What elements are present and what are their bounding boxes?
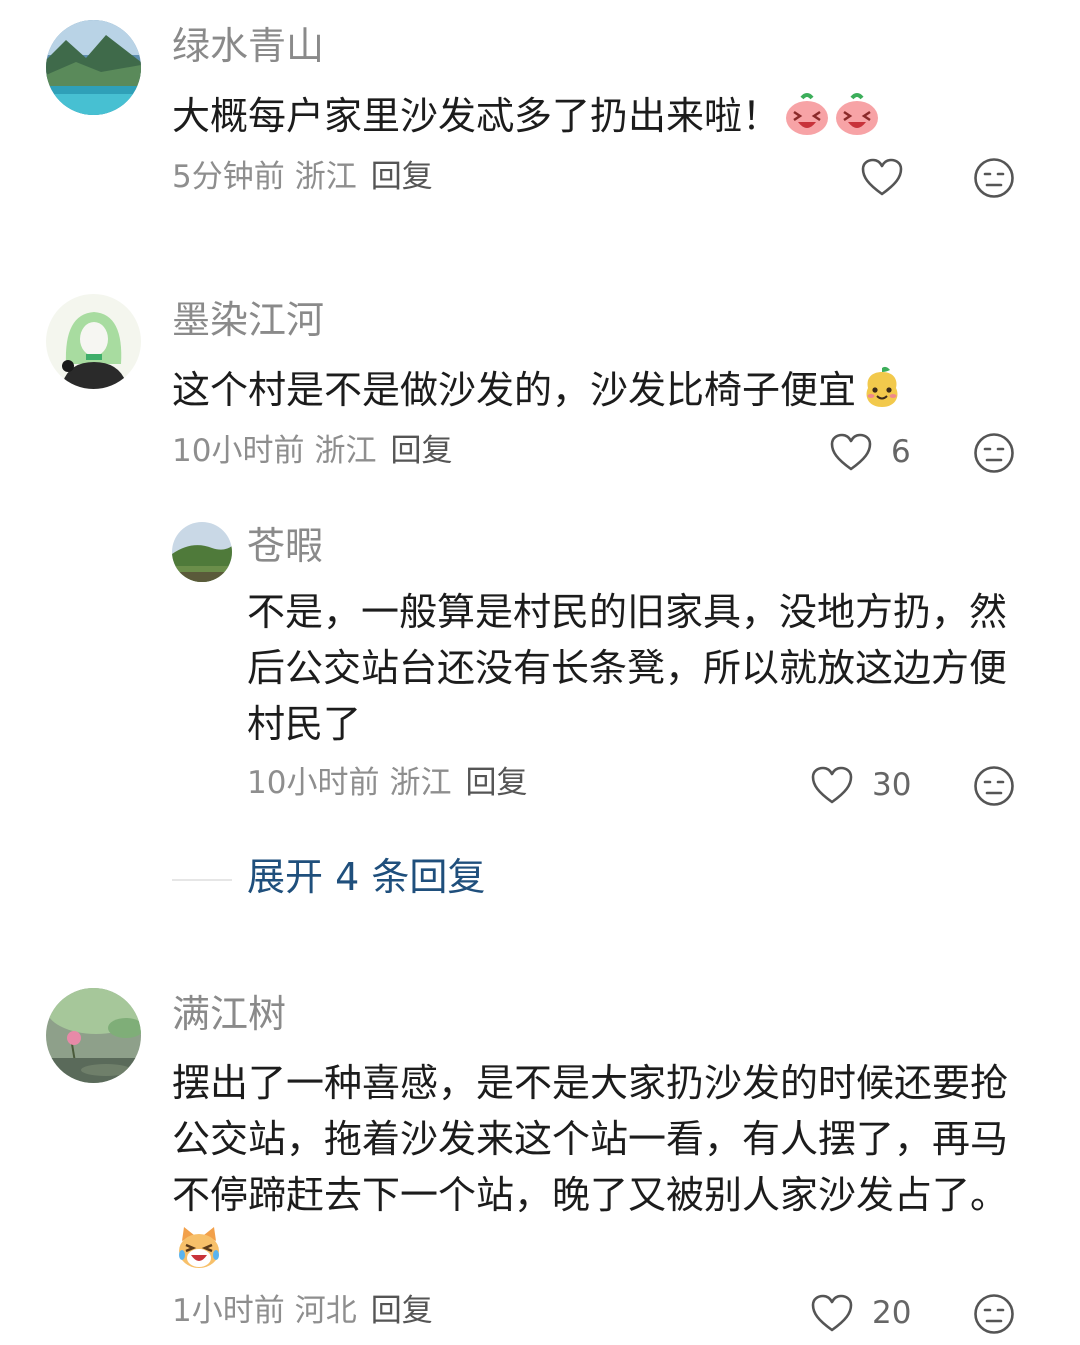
avatar[interactable] bbox=[172, 522, 232, 582]
like-count: 30 bbox=[872, 767, 912, 803]
like-count: 6 bbox=[891, 434, 911, 470]
location: 浙江 bbox=[294, 159, 357, 195]
laughing-cat-icon bbox=[176, 1225, 222, 1286]
comment-meta: 10小时前 浙江 回复 bbox=[172, 436, 452, 467]
comment-text: 大概每户家里沙发忒多了扔出来啦！ bbox=[172, 88, 1012, 151]
reply-button[interactable]: 回复 bbox=[465, 765, 527, 801]
reply-button[interactable]: 回复 bbox=[371, 1293, 433, 1329]
avatar[interactable] bbox=[46, 988, 141, 1083]
location: 河北 bbox=[294, 1293, 357, 1329]
smiling-pear-icon bbox=[860, 366, 904, 425]
username[interactable]: 满江树 bbox=[172, 995, 286, 1033]
like-button[interactable]: 20 bbox=[810, 1293, 911, 1333]
location: 浙江 bbox=[389, 765, 452, 801]
location: 浙江 bbox=[314, 433, 377, 469]
timestamp: 1小时前 bbox=[172, 1293, 285, 1329]
laughing-peach-icon bbox=[784, 92, 830, 151]
reply-button[interactable]: 回复 bbox=[371, 159, 433, 195]
username[interactable]: 绿水青山 bbox=[172, 27, 324, 65]
avatar[interactable] bbox=[46, 294, 141, 389]
comment-meta: 10小时前 浙江 回复 bbox=[247, 768, 527, 799]
dislike-button[interactable] bbox=[973, 765, 1015, 811]
like-button[interactable] bbox=[860, 157, 922, 197]
laughing-peach-icon bbox=[834, 92, 880, 151]
dislike-button[interactable] bbox=[973, 157, 1015, 203]
neutral-face-icon bbox=[974, 766, 1014, 806]
like-count: 20 bbox=[872, 1295, 912, 1331]
username[interactable]: 苍暇 bbox=[247, 527, 323, 565]
expand-replies-button[interactable]: 展开 4 条回复 bbox=[247, 858, 485, 896]
like-button[interactable]: 30 bbox=[810, 765, 911, 805]
like-button[interactable]: 6 bbox=[829, 432, 911, 472]
avatar[interactable] bbox=[46, 20, 141, 115]
dislike-button[interactable] bbox=[973, 432, 1015, 478]
dislike-button[interactable] bbox=[973, 1293, 1015, 1339]
timestamp: 10小时前 bbox=[247, 765, 380, 801]
heart-outline-icon bbox=[811, 1294, 853, 1332]
heart-outline-icon bbox=[861, 158, 903, 196]
neutral-face-icon bbox=[974, 1294, 1014, 1334]
divider bbox=[172, 879, 232, 881]
comment-meta: 1小时前 河北 回复 bbox=[172, 1296, 433, 1327]
heart-outline-icon bbox=[811, 766, 853, 804]
username[interactable]: 墨染江河 bbox=[172, 301, 324, 339]
comment-meta: 5分钟前 浙江 回复 bbox=[172, 162, 433, 193]
comment-text: 摆出了一种喜感，是不是大家扔沙发的时候还要抢公交站，拖着沙发来这个站一看，有人摆… bbox=[172, 1055, 1012, 1286]
comment-text: 不是，一般算是村民的旧家具，没地方扔，然后公交站台还没有长条凳，所以就放这边方便… bbox=[247, 590, 1008, 746]
neutral-face-icon bbox=[974, 158, 1014, 198]
timestamp: 5分钟前 bbox=[172, 159, 285, 195]
reply-button[interactable]: 回复 bbox=[390, 433, 452, 469]
neutral-face-icon bbox=[974, 433, 1014, 473]
heart-outline-icon bbox=[830, 433, 872, 471]
comment-text: 这个村是不是做沙发的，沙发比椅子便宜 bbox=[172, 362, 1012, 425]
timestamp: 10小时前 bbox=[172, 433, 305, 469]
